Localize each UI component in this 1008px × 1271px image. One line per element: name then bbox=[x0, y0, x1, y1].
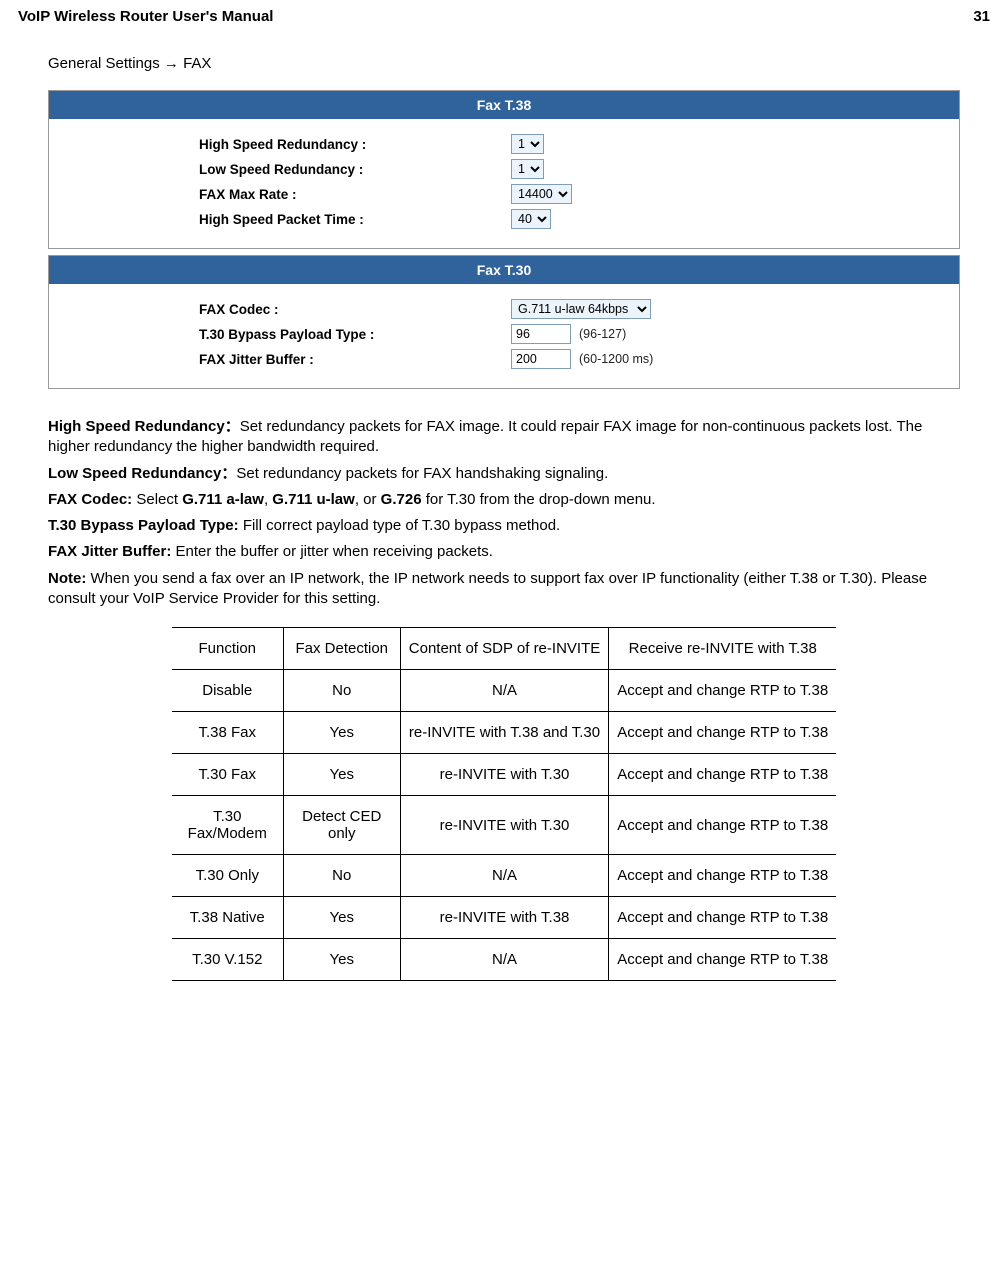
th-sdp-content: Content of SDP of re-INVITE bbox=[400, 628, 608, 670]
table-row: T.30 V.152YesN/AAccept and change RTP to… bbox=[172, 939, 836, 981]
high-speed-redundancy-select[interactable]: 1 bbox=[511, 134, 544, 154]
fax-max-rate-label: FAX Max Rate : bbox=[199, 187, 511, 202]
breadcrumb: General Settings → FAX bbox=[48, 43, 960, 90]
t30-payload-input[interactable] bbox=[511, 324, 571, 344]
description-block: High Speed Redundancy： Set redundancy pac… bbox=[48, 417, 960, 609]
t30-payload-desc-label: T.30 Bypass Payload Type: bbox=[48, 517, 243, 534]
table-row: DisableNoN/AAccept and change RTP to T.3… bbox=[172, 670, 836, 712]
t30-payload-label: T.30 Bypass Payload Type : bbox=[199, 327, 511, 342]
t30-payload-desc: Fill correct payload type of T.30 bypass… bbox=[243, 517, 560, 534]
fax-t30-panel: Fax T.30 FAX Codec : G.711 u-law 64kbps … bbox=[48, 255, 960, 389]
fax-function-table: Function Fax Detection Content of SDP of… bbox=[172, 627, 836, 981]
doc-title: VoIP Wireless Router User's Manual bbox=[18, 8, 273, 25]
page-number: 31 bbox=[973, 8, 990, 25]
fax-max-rate-select[interactable]: 14400 bbox=[511, 184, 572, 204]
fax-t38-title: Fax T.38 bbox=[49, 91, 959, 119]
low-speed-redundancy-label: Low Speed Redundancy : bbox=[199, 162, 511, 177]
fax-jitter-hint: (60-1200 ms) bbox=[579, 352, 653, 366]
th-function: Function bbox=[172, 628, 284, 670]
low-speed-redundancy-desc: Set redundancy packets for FAX handshaki… bbox=[236, 465, 608, 482]
fax-t30-title: Fax T.30 bbox=[49, 256, 959, 284]
table-row: T.38 FaxYesre-INVITE with T.38 and T.30A… bbox=[172, 712, 836, 754]
fax-jitter-desc: Enter the buffer or jitter when receivin… bbox=[176, 543, 493, 560]
fax-jitter-label: FAX Jitter Buffer : bbox=[199, 352, 511, 367]
table-row: T.30 Fax/ModemDetect CED onlyre-INVITE w… bbox=[172, 796, 836, 855]
fax-codec-select[interactable]: G.711 u-law 64kbps bbox=[511, 299, 651, 319]
note-text: When you send a fax over an IP network, … bbox=[48, 570, 927, 607]
th-receive-reinvite: Receive re-INVITE with T.38 bbox=[609, 628, 836, 670]
th-fax-detection: Fax Detection bbox=[283, 628, 400, 670]
high-speed-redundancy-label: High Speed Redundancy : bbox=[199, 137, 511, 152]
t30-payload-hint: (96-127) bbox=[579, 327, 626, 341]
fax-codec-label: FAX Codec : bbox=[199, 302, 511, 317]
table-row: T.30 FaxYesre-INVITE with T.30Accept and… bbox=[172, 754, 836, 796]
fax-jitter-desc-label: FAX Jitter Buffer: bbox=[48, 543, 176, 560]
note-label: Note: bbox=[48, 570, 91, 587]
table-row: T.30 OnlyNoN/AAccept and change RTP to T… bbox=[172, 855, 836, 897]
fax-codec-desc-label: FAX Codec: bbox=[48, 491, 136, 508]
high-speed-packet-time-select[interactable]: 40 bbox=[511, 209, 551, 229]
table-row: T.38 NativeYesre-INVITE with T.38Accept … bbox=[172, 897, 836, 939]
high-speed-packet-time-label: High Speed Packet Time : bbox=[199, 212, 511, 227]
high-speed-redundancy-desc-label: High Speed Redundancy： bbox=[48, 418, 240, 435]
fax-jitter-input[interactable] bbox=[511, 349, 571, 369]
low-speed-redundancy-select[interactable]: 1 bbox=[511, 159, 544, 179]
table-header-row: Function Fax Detection Content of SDP of… bbox=[172, 628, 836, 670]
fax-t38-panel: Fax T.38 High Speed Redundancy : 1 Low S… bbox=[48, 90, 960, 249]
low-speed-redundancy-desc-label: Low Speed Redundancy： bbox=[48, 465, 236, 482]
